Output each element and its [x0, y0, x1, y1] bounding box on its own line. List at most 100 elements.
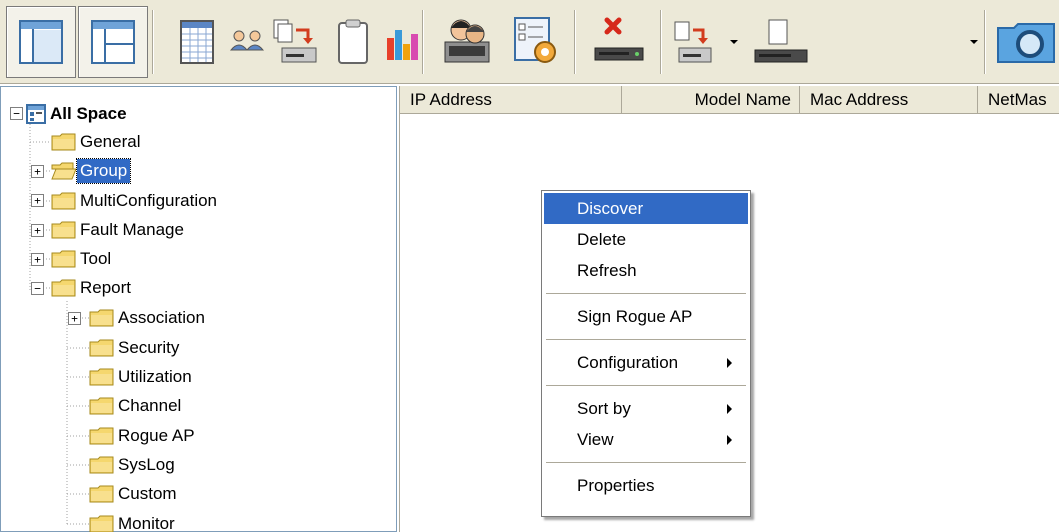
tree-root-label: All Space	[50, 104, 127, 123]
tree-expand-toggle[interactable]: +	[31, 253, 44, 266]
column-header-mac-address[interactable]: Mac Address	[800, 86, 978, 114]
tree-root-all-space[interactable]: All Space	[25, 100, 130, 128]
layout-view-1-icon	[19, 20, 63, 64]
tree-node-security[interactable]: Security	[89, 334, 182, 362]
tree-node-fault-manage[interactable]: Fault Manage	[51, 216, 187, 244]
menu-item-view-label: View	[577, 430, 614, 449]
document-dropdown-arrow[interactable]	[970, 40, 978, 44]
toolbar-separator	[660, 10, 662, 74]
menu-item-sort-by-label: Sort by	[577, 399, 631, 418]
folder-icon	[89, 339, 114, 357]
column-header-ip-address[interactable]: IP Address	[400, 86, 622, 114]
toolbar-separator	[574, 10, 576, 74]
submenu-arrow-icon	[727, 404, 732, 414]
menu-item-discover[interactable]: Discover	[544, 193, 748, 224]
menu-separator	[546, 462, 746, 463]
transfer-to-device-icon	[674, 21, 712, 63]
transfer-dropdown-arrow[interactable]	[730, 40, 738, 44]
tree-label-monitor: Monitor	[118, 514, 175, 532]
tree-node-channel[interactable]: Channel	[89, 392, 184, 420]
layout-view-2-icon	[91, 20, 135, 64]
folder-icon	[51, 279, 76, 297]
menu-separator	[546, 385, 746, 386]
tree-label-utilization: Utilization	[118, 367, 192, 386]
delete-device-button[interactable]	[584, 6, 654, 78]
toolbar-separator	[422, 10, 424, 74]
user-computer-icon	[444, 19, 490, 63]
tree-node-custom[interactable]: Custom	[89, 480, 180, 508]
tree-expand-toggle[interactable]: +	[31, 224, 44, 237]
tree-node-syslog[interactable]: SysLog	[89, 451, 178, 479]
column-header-netmask[interactable]: NetMas	[978, 86, 1059, 114]
tree-label-security: Security	[118, 338, 180, 357]
folder-icon	[89, 515, 114, 532]
delete-device-icon	[594, 17, 644, 61]
folder-icon	[89, 485, 114, 503]
menu-separator	[546, 339, 746, 340]
document-device-icon	[754, 19, 808, 63]
tree-node-utilization[interactable]: Utilization	[89, 363, 195, 391]
folder-icon	[89, 397, 114, 415]
folder-icon	[51, 133, 76, 151]
menu-item-view[interactable]: View	[544, 424, 748, 455]
transfer-to-device-button[interactable]	[664, 6, 724, 78]
tree-node-rogue-ap[interactable]: Rogue AP	[89, 422, 198, 450]
tree-panel: − All Space General + Group + MultiConfi…	[0, 86, 397, 532]
tree-node-general[interactable]: General	[51, 128, 143, 156]
column-header-model-name[interactable]: Model Name	[622, 86, 800, 114]
folder-search-button[interactable]	[992, 6, 1059, 78]
configure-form-button[interactable]	[500, 6, 570, 78]
tree-label-report: Report	[80, 278, 132, 297]
toolbar	[0, 0, 1059, 84]
tree-node-association[interactable]: Association	[89, 304, 208, 332]
menu-item-configuration-label: Configuration	[577, 353, 679, 372]
tree-label-custom: Custom	[118, 484, 177, 503]
layout-view-1-button[interactable]	[6, 6, 76, 78]
tree-expand-toggle[interactable]: +	[68, 312, 81, 325]
tree-node-report[interactable]: Report	[51, 274, 134, 302]
tree-label-association: Association	[118, 308, 205, 327]
menu-item-properties[interactable]: Properties	[544, 470, 748, 501]
tree-label-rogue-ap: Rogue AP	[118, 426, 195, 445]
tree-label-tool: Tool	[80, 249, 112, 268]
tree-collapse-toggle[interactable]: −	[31, 282, 44, 295]
menu-item-refresh[interactable]: Refresh	[544, 255, 748, 286]
menu-item-sign-rogue-ap[interactable]: Sign Rogue AP	[544, 301, 748, 332]
menu-item-configuration[interactable]: Configuration	[544, 347, 748, 378]
bar-chart-button[interactable]	[368, 6, 438, 78]
folder-icon	[89, 368, 114, 386]
tree-label-fault-manage: Fault Manage	[80, 220, 184, 239]
submenu-arrow-icon	[727, 358, 732, 368]
menu-item-delete[interactable]: Delete	[544, 224, 748, 255]
tree-node-monitor[interactable]: Monitor	[89, 510, 178, 532]
folder-icon	[51, 250, 76, 268]
menu-item-sort-by[interactable]: Sort by	[544, 393, 748, 424]
toolbar-separator	[152, 10, 154, 74]
folder-icon	[51, 221, 76, 239]
tree-label-general: General	[80, 132, 141, 151]
tree-node-tool[interactable]: Tool	[51, 245, 114, 273]
layout-view-2-button[interactable]	[78, 6, 148, 78]
document-device-button[interactable]	[748, 6, 814, 78]
tree-expand-toggle[interactable]: +	[31, 194, 44, 207]
list-header: IP Address Model Name Mac Address NetMas	[400, 86, 1059, 114]
tree-label-multiconfiguration: MultiConfiguration	[80, 191, 218, 210]
folder-icon	[89, 456, 114, 474]
tree-node-group[interactable]: Group	[51, 157, 132, 185]
tree-label-channel: Channel	[118, 396, 182, 415]
tree-label-group: Group	[75, 158, 132, 184]
copy-to-device-icon	[273, 19, 317, 63]
tree-collapse-toggle[interactable]: −	[10, 107, 23, 120]
tree-expand-toggle[interactable]: +	[31, 165, 44, 178]
folder-icon	[89, 309, 114, 327]
tree-node-multiconfiguration[interactable]: MultiConfiguration	[51, 187, 220, 215]
tree-label-syslog: SysLog	[118, 455, 175, 474]
configure-form-icon	[514, 17, 556, 63]
menu-separator	[546, 293, 746, 294]
folder-icon	[51, 192, 76, 210]
toolbar-separator	[984, 10, 986, 74]
folder-icon	[89, 427, 114, 445]
folder-open-icon	[51, 162, 77, 180]
user-computer-button[interactable]	[432, 6, 502, 78]
folder-search-icon	[996, 23, 1055, 63]
